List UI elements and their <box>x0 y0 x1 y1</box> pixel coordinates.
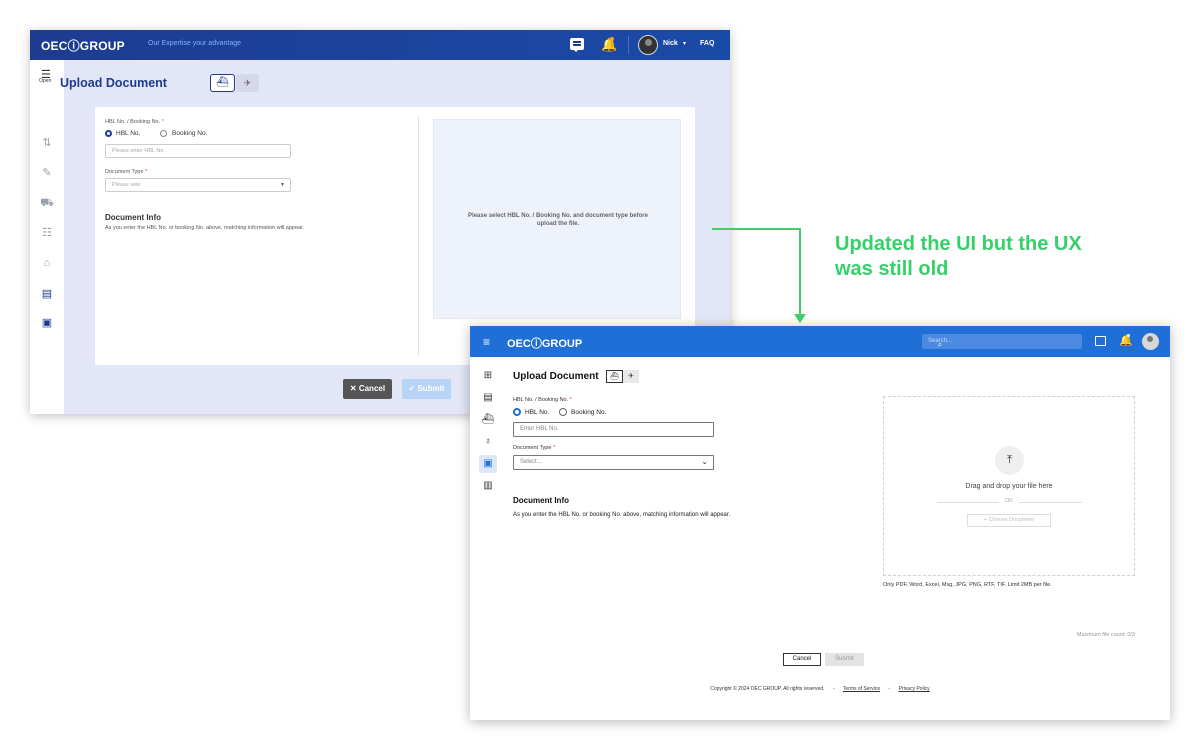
new-ui-window: ≡ OECⓘGROUP Search... ⌕ 🔔 ⊞ ▤ ⛴ ♁ ▣ ▥ Upl… <box>470 326 1170 720</box>
edit-icon[interactable]: ✎ <box>40 166 54 180</box>
doc-info-desc: As you enter the HBL No. or booking No. … <box>513 512 731 518</box>
chart-icon[interactable]: ▥ <box>479 477 497 495</box>
ref-label: HBL No. / Booking No. * <box>513 397 572 403</box>
ref-input[interactable]: Please enter HBL No. <box>105 144 291 158</box>
comparison-stage: OECⓘGROUP Our Expertise your advantage 🔔… <box>0 0 1200 750</box>
old-sidebar: ☰ Open ⇅ ✎ ⛟ ☷ ⌂ ▤ ▣ <box>30 60 65 414</box>
submit-button[interactable]: Submit <box>825 653 864 666</box>
cart-icon[interactable]: ⛟ <box>40 196 54 210</box>
header-divider <box>628 36 629 54</box>
warehouse-icon[interactable]: ⌂ <box>40 256 54 270</box>
ref-label: HBL No. / Booking No. * <box>105 119 164 125</box>
submit-button[interactable]: ✓ Submit <box>402 379 451 399</box>
cancel-button[interactable]: ✕ Cancel <box>343 379 392 399</box>
copyright-text: Copyright © 2024 OEC GROUP. All rights r… <box>710 686 825 692</box>
doc-info-title: Document Info <box>105 213 161 222</box>
footer-separator: - <box>888 686 891 692</box>
doc-type-select[interactable]: Select... ⌄ <box>513 455 714 470</box>
upload-icon[interactable]: ⤒ <box>995 446 1024 475</box>
bell-icon[interactable]: 🔔 <box>601 37 617 52</box>
search-input[interactable]: Search... ⌕ <box>922 334 1082 349</box>
avatar[interactable] <box>1142 333 1159 350</box>
user-name[interactable]: Nick <box>663 40 678 47</box>
radio-hbl-label: HBL No. <box>116 130 141 137</box>
air-mode-icon[interactable]: ✈ <box>236 74 259 92</box>
doc-info-desc: As you enter the HBL No. or booking No. … <box>105 225 305 231</box>
ref-input[interactable]: Enter HBL No. <box>513 422 714 437</box>
max-file-count: Maximum file count: 0/3 <box>1076 632 1135 638</box>
faq-link[interactable]: FAQ <box>700 40 714 47</box>
dashboard-icon[interactable]: ⊞ <box>479 367 497 385</box>
doc-type-select[interactable]: Please sele ▼ <box>105 178 291 192</box>
ship-icon[interactable]: ⛴ <box>479 411 497 429</box>
air-mode-icon[interactable]: ✈ <box>623 370 639 383</box>
annotation-text: Updated the UI but the UX was still old <box>835 233 1082 280</box>
notification-dot <box>610 37 614 41</box>
clipboard-icon[interactable]: ▣ <box>40 316 54 330</box>
money-bag-icon[interactable]: ♁ <box>479 433 497 451</box>
radio-hbl[interactable] <box>513 408 521 416</box>
old-header: OECⓘGROUP Our Expertise your advantage 🔔… <box>30 30 730 60</box>
old-tagline: Our Expertise your advantage <box>148 40 241 47</box>
old-page-title: Upload Document <box>60 76 167 90</box>
radio-booking[interactable] <box>160 130 167 137</box>
dropzone-message: Please select HBL No. / Booking No. and … <box>468 213 648 227</box>
document-search-icon[interactable]: ▣ <box>479 455 497 473</box>
footer-separator: - <box>832 686 835 692</box>
chevron-down-icon: ⌄ <box>701 457 708 466</box>
connector-line <box>712 228 800 230</box>
new-page-title: Upload Document <box>513 371 599 382</box>
document-icon[interactable]: ☷ <box>40 226 54 240</box>
old-logo: OECⓘGROUP <box>41 39 125 53</box>
notification-dot <box>1127 334 1130 337</box>
dropzone-message: Drag and drop your file here <box>965 483 1053 490</box>
doc-type-label: Document Type * <box>513 445 556 451</box>
choose-document-button[interactable]: + Choose Document <box>967 514 1051 527</box>
doc-type-label: Document Type * <box>105 169 148 175</box>
sidebar-open-label[interactable]: Open <box>39 78 51 84</box>
document-edit-icon[interactable]: ▤ <box>479 389 497 407</box>
file-limits-text: Only PDF, Word, Excel, Msg, JPG, PNG, RT… <box>883 582 1052 588</box>
radio-booking-label: Booking No. <box>571 409 607 416</box>
privacy-link[interactable]: Privacy Policy <box>899 686 930 692</box>
invoice-icon[interactable]: ▤ <box>40 287 54 301</box>
connector-line <box>799 228 801 318</box>
avatar[interactable] <box>638 35 658 55</box>
doc-info-title: Document Info <box>513 496 569 505</box>
or-label: OR <box>999 498 1019 504</box>
chevron-down-icon: ▼ <box>280 182 285 188</box>
chat-icon[interactable] <box>570 38 584 52</box>
terms-link[interactable]: Terms of Service <box>843 686 880 692</box>
chevron-down-icon[interactable]: ▾ <box>683 40 686 47</box>
ship-mode-icon[interactable]: ⛴ <box>210 74 235 92</box>
radio-hbl[interactable] <box>105 130 112 137</box>
ship-mode-icon[interactable]: ⛴ <box>606 370 623 383</box>
new-dropzone[interactable]: ⤒ Drag and drop your file here OR + Choo… <box>883 396 1135 576</box>
footer: Copyright © 2024 OEC GROUP. All rights r… <box>470 686 1170 692</box>
radio-booking[interactable] <box>559 408 567 416</box>
old-dropzone[interactable]: Please select HBL No. / Booking No. and … <box>433 119 681 319</box>
chat-icon[interactable] <box>1095 336 1106 346</box>
new-logo: OECⓘGROUP <box>507 338 583 350</box>
menu-icon[interactable]: ≡ <box>483 335 490 349</box>
radio-booking-label: Booking No. <box>172 130 208 137</box>
filter-icon[interactable]: ⇅ <box>40 136 54 150</box>
search-icon: ⌕ <box>937 340 943 349</box>
divider <box>418 117 419 355</box>
arrow-down-icon <box>794 314 806 323</box>
bell-icon[interactable]: 🔔 <box>1119 334 1133 347</box>
cancel-button[interactable]: Cancel <box>783 653 821 666</box>
new-header: ≡ OECⓘGROUP Search... ⌕ 🔔 <box>470 326 1170 357</box>
radio-hbl-label: HBL No. <box>525 409 550 416</box>
